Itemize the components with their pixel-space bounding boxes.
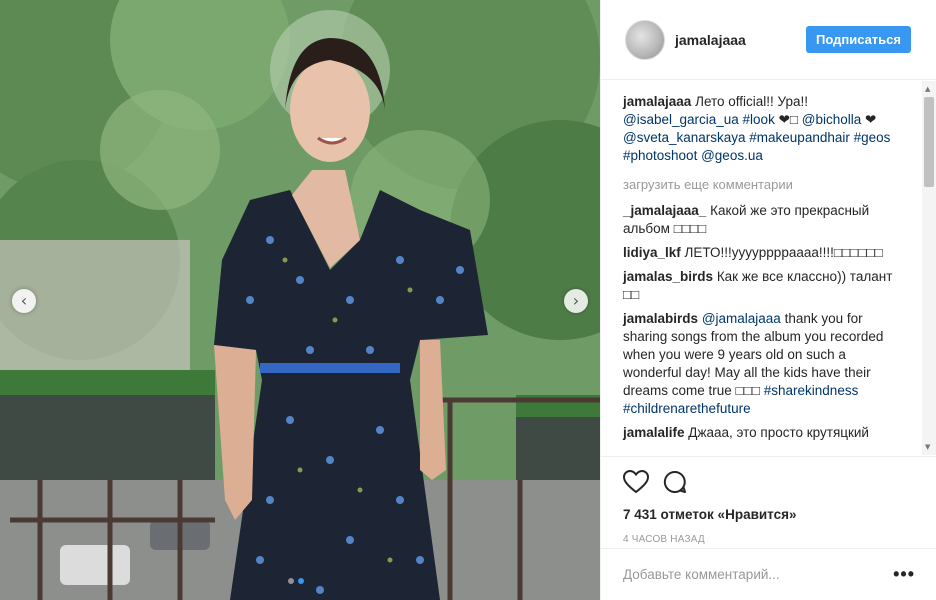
comment-text: Джааа, это просто крутяцкий: [684, 425, 869, 440]
hashtag-link[interactable]: #sharekindness: [764, 383, 859, 398]
scroll-up-arrow-icon[interactable]: ▲: [925, 85, 930, 93]
mention-link[interactable]: @isabel_garcia_ua: [623, 112, 739, 127]
post-sidebar: jamalajaaa Подписаться jamalajaaa Лето o…: [600, 0, 936, 600]
scrollbar-thumb[interactable]: [924, 97, 934, 187]
hashtag-link[interactable]: #makeupandhair: [749, 130, 850, 145]
follow-button[interactable]: Подписаться: [805, 26, 911, 53]
comment-item: jamalas_birds Как же все классно)) талан…: [623, 268, 899, 304]
carousel-dot-active: [298, 578, 304, 584]
caption-emoji: ❤: [861, 112, 877, 127]
comment-item: jamalalife Джааа, это просто крутяцкий: [623, 424, 899, 442]
action-icons: [623, 467, 915, 497]
post-username[interactable]: jamalajaaa: [675, 32, 806, 48]
comments-list[interactable]: jamalajaaa Лето official!! Ура!! @isabel…: [601, 81, 936, 455]
load-more-comments-link[interactable]: загрузить еще комментарии: [623, 177, 899, 192]
carousel-dot: [288, 578, 294, 584]
hashtag-link[interactable]: #childrenarethefuture: [623, 401, 751, 416]
comments-scrollbar[interactable]: ▲ ▼: [922, 81, 936, 455]
comment-author[interactable]: jamalalife: [623, 425, 685, 440]
heart-icon[interactable]: [623, 470, 649, 494]
carousel-prev-button[interactable]: ‹: [12, 289, 36, 313]
mention-link[interactable]: @bicholla: [802, 112, 861, 127]
carousel-next-button[interactable]: ›: [564, 289, 588, 313]
mention-link[interactable]: @jamalajaaa: [702, 311, 781, 326]
likes-count[interactable]: 7 431 отметок «Нравится»: [623, 507, 915, 522]
comment-bubble-icon[interactable]: [663, 470, 687, 494]
chevron-right-icon: ›: [572, 291, 580, 310]
caption-text: Лето official!! Ура!!: [695, 94, 809, 109]
avatar[interactable]: [625, 19, 665, 60]
hashtag-link[interactable]: #look: [743, 112, 775, 127]
more-options-icon[interactable]: •••: [893, 564, 915, 585]
comment-item: _jamalajaaa_ Какой же это прекрасный аль…: [623, 202, 899, 238]
hashtag-link[interactable]: #photoshoot: [623, 148, 697, 163]
mention-link[interactable]: @sveta_kanarskaya: [623, 130, 746, 145]
comment-input[interactable]: [623, 567, 894, 582]
post-photo[interactable]: ‹ ›: [0, 0, 600, 600]
comment-item: jamalabirds @jamalajaaa thank you for sh…: [623, 310, 899, 418]
scroll-down-arrow-icon[interactable]: ▼: [925, 443, 930, 451]
comment-text: ЛЕТО!!!yyyyppppaaaa!!!!□□□□□□: [680, 245, 883, 260]
comment-author[interactable]: lidiya_lkf: [623, 245, 681, 260]
hashtag-link[interactable]: #geos: [854, 130, 891, 145]
post-header: jamalajaaa Подписаться: [601, 0, 936, 80]
carousel-indicator: [288, 578, 304, 584]
comment-author[interactable]: _jamalajaaa_: [623, 203, 706, 218]
mention-link[interactable]: @geos.ua: [701, 148, 763, 163]
caption-author[interactable]: jamalajaaa: [623, 94, 691, 109]
comment-author[interactable]: jamalabirds: [623, 311, 698, 326]
comment-author[interactable]: jamalas_birds: [623, 269, 713, 284]
caption: jamalajaaa Лето official!! Ура!! @isabel…: [623, 93, 899, 165]
add-comment-bar: •••: [601, 548, 936, 600]
caption-emoji: ❤□: [774, 112, 802, 127]
chevron-left-icon: ‹: [20, 291, 28, 310]
post-actions: 7 431 отметок «Нравится» 4 часов назад: [601, 456, 936, 545]
photo-illustration: [0, 0, 600, 600]
post-timestamp[interactable]: 4 часов назад: [623, 534, 915, 545]
comment-item: lidiya_lkf ЛЕТО!!!yyyyppppaaaa!!!!□□□□□□: [623, 244, 899, 262]
